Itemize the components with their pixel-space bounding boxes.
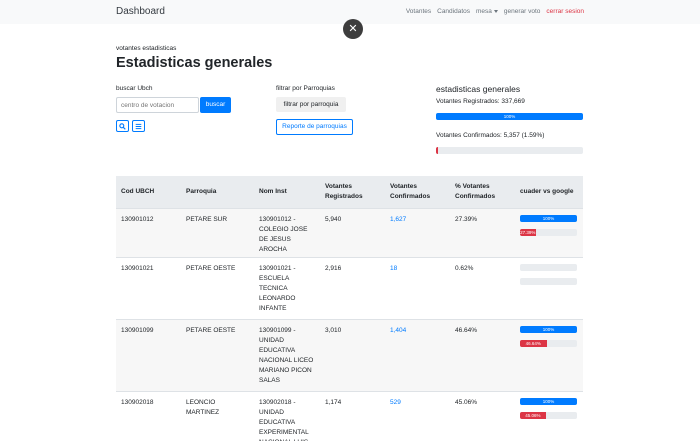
table-row: 130901021 PETARE OESTE 130901021 - ESCUELA… bbox=[116, 256, 583, 319]
cell-cod-ubch: 130901012 bbox=[116, 207, 181, 257]
mini-progress: 100% bbox=[520, 397, 577, 405]
col-parroquia: Parroquia bbox=[186, 187, 217, 195]
mini-progress: 46.64% bbox=[520, 339, 577, 347]
search-input[interactable] bbox=[116, 97, 199, 113]
cell-cod-ubch: 130901099 bbox=[116, 318, 181, 391]
mini-progress bbox=[520, 277, 577, 285]
cell-pct-confirmados: 27.39% bbox=[450, 207, 515, 257]
registered-progress-fill: 100% bbox=[436, 113, 583, 120]
mini-progress: 27.39% bbox=[520, 228, 577, 236]
nav-links: Votantes Candidatos mesa generar voto ce… bbox=[406, 8, 584, 15]
table-row: 130902018 LEONCIO MARTINEZ 130902018 - UNI… bbox=[116, 390, 583, 441]
cell-cuader-vs-google bbox=[515, 256, 583, 319]
mini-progress bbox=[520, 263, 577, 271]
cell-parroquia: PETARE SUR bbox=[181, 207, 254, 257]
cell-cuader-vs-google: 100% 27.39% bbox=[515, 207, 583, 257]
registered-progress: 100% bbox=[436, 113, 583, 120]
cell-nom-inst: 130901012 - COLEGIO JOSE DE JESUS AROCHA bbox=[254, 207, 320, 257]
search-button[interactable]: buscar bbox=[200, 97, 231, 113]
registered-voters-text: Votantes Registrados: 337,669 bbox=[436, 98, 525, 105]
cell-registrados: 1,174 bbox=[320, 390, 385, 441]
close-icon[interactable]: ✕ bbox=[343, 19, 363, 39]
col-votantes-confirmados: Votantes Confirmados bbox=[390, 182, 431, 200]
col-nom-inst: Nom Inst bbox=[259, 187, 287, 195]
mini-progress: 45.06% bbox=[520, 411, 577, 419]
report-parroquias-button[interactable]: Reporte de parroquias bbox=[276, 119, 353, 135]
cell-parroquia: LEONCIO MARTINEZ bbox=[181, 390, 254, 441]
cell-registrados: 2,916 bbox=[320, 256, 385, 319]
nav-cerrar-sesion[interactable]: cerrar sesion bbox=[546, 8, 584, 15]
col-votantes-registrados: Votantes Registrados bbox=[325, 182, 363, 200]
mini-progress: 100% bbox=[520, 325, 577, 333]
search-icon[interactable] bbox=[116, 120, 129, 132]
confirmed-progress-fill bbox=[436, 147, 439, 154]
mini-progress-fill: 27.39% bbox=[520, 228, 536, 236]
cell-cod-ubch: 130901021 bbox=[116, 256, 181, 319]
caret-down-icon bbox=[493, 9, 498, 13]
mini-progress-fill: 46.64% bbox=[520, 339, 547, 347]
cell-cuader-vs-google: 100% 46.64% bbox=[515, 318, 583, 391]
cell-nom-inst: 130901099 - UNIDAD EDUCATIVA NACIONAL LI… bbox=[254, 318, 320, 391]
ubch-table: Cod UBCH Parroquia Nom Inst Votantes Reg… bbox=[116, 176, 583, 441]
filter-parroquia-button[interactable]: filtrar por parroquia bbox=[276, 97, 346, 112]
cell-confirmados-link[interactable]: 1,627 bbox=[385, 207, 450, 257]
confirmed-voters-text: Votantes Confirmados: 5,357 (1.59%) bbox=[436, 132, 545, 139]
nav-candidatos[interactable]: Candidatos bbox=[437, 8, 470, 15]
cell-parroquia: PETARE OESTE bbox=[181, 256, 254, 319]
mini-progress-fill: 100% bbox=[520, 397, 577, 405]
cell-confirmados-link[interactable]: 18 bbox=[385, 256, 450, 319]
cell-cuader-vs-google: 100% 45.06% bbox=[515, 390, 583, 441]
cell-confirmados-link[interactable]: 529 bbox=[385, 390, 450, 441]
cell-nom-inst: 130902018 - UNIDAD EDUCATIVA EXPERIMENTA… bbox=[254, 390, 320, 441]
brand-link[interactable]: Dashboard bbox=[116, 6, 165, 17]
cell-pct-confirmados: 46.64% bbox=[450, 318, 515, 391]
search-label: buscar Ubch bbox=[116, 85, 153, 92]
page-subtitle: votantes estadisticas bbox=[116, 45, 177, 52]
cell-pct-confirmados: 0.62% bbox=[450, 256, 515, 319]
cell-pct-confirmados: 45.06% bbox=[450, 390, 515, 441]
col-cod-ubch: Cod UBCH bbox=[121, 187, 155, 195]
table-header-row: Cod UBCH Parroquia Nom Inst Votantes Reg… bbox=[116, 176, 583, 208]
list-icon[interactable] bbox=[132, 120, 145, 132]
mini-progress-fill: 45.06% bbox=[520, 411, 546, 419]
nav-generar-voto[interactable]: generar voto bbox=[504, 8, 541, 15]
nav-mesa-dropdown[interactable]: mesa bbox=[476, 8, 498, 15]
page-title: Estadisticas generales bbox=[116, 55, 273, 71]
nav-votantes[interactable]: Votantes bbox=[406, 8, 431, 15]
mini-progress-fill: 100% bbox=[520, 325, 577, 333]
cell-registrados: 5,940 bbox=[320, 207, 385, 257]
cell-cod-ubch: 130902018 bbox=[116, 390, 181, 441]
mini-progress: 100% bbox=[520, 214, 577, 222]
cell-registrados: 3,010 bbox=[320, 318, 385, 391]
filter-label: filtrar por Parroquias bbox=[276, 85, 335, 92]
cell-parroquia: PETARE OESTE bbox=[181, 318, 254, 391]
table-row: 130901099 PETARE OESTE 130901099 - UNIDAD … bbox=[116, 318, 583, 391]
col-pct-confirmados: % Votantes Confirmados bbox=[455, 182, 496, 200]
mini-progress-fill: 100% bbox=[520, 214, 577, 222]
confirmed-progress bbox=[436, 147, 583, 154]
stats-title: estadisticas generales bbox=[436, 84, 521, 94]
nav-mesa-label: mesa bbox=[476, 8, 492, 15]
cell-confirmados-link[interactable]: 1,404 bbox=[385, 318, 450, 391]
table-row: 130901012 PETARE SUR 130901012 - COLEGIO J… bbox=[116, 207, 583, 257]
col-cuader-vs-google: cuader vs google bbox=[520, 187, 574, 195]
cell-nom-inst: 130901021 - ESCUELA TECNICA LEONARDO INF… bbox=[254, 256, 320, 319]
